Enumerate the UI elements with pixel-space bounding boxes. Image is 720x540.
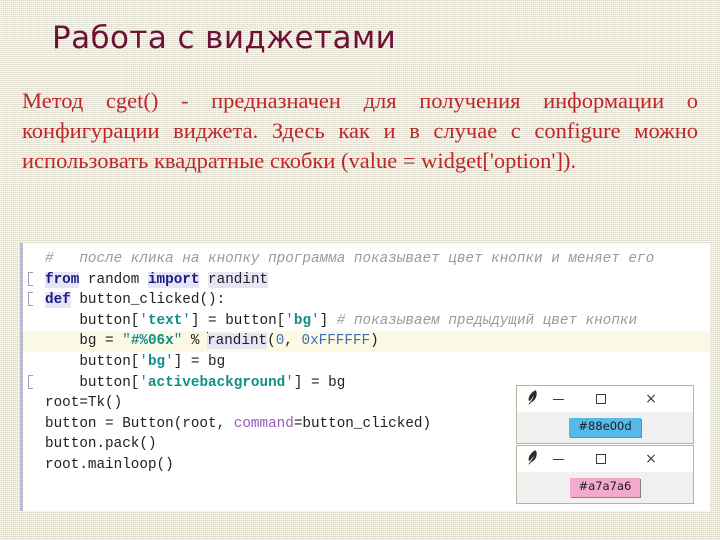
slide: Работа с виджетами Метод cget() - предна… bbox=[0, 0, 720, 540]
code-token-str: activebackground bbox=[147, 374, 286, 391]
code-token-comment: # показываем предыдущий цвет кнопки bbox=[336, 312, 638, 329]
tk-window-titlebar[interactable]: × bbox=[517, 386, 693, 412]
code-token-plain: ] = button[ bbox=[190, 312, 286, 329]
code-token-str: bg bbox=[147, 353, 166, 370]
code-token-strq: ' bbox=[285, 374, 294, 391]
page-title: Работа с виджетами bbox=[52, 20, 397, 56]
code-fold-marker-icon[interactable] bbox=[28, 292, 33, 307]
code-fold-marker-icon[interactable] bbox=[28, 271, 33, 286]
color-button[interactable]: #a7a7a6 bbox=[569, 478, 641, 497]
maximize-icon bbox=[596, 394, 606, 404]
feather-icon bbox=[525, 389, 541, 409]
code-token-str: bg bbox=[293, 312, 312, 329]
code-token-kw2: from bbox=[45, 271, 80, 288]
code-token-plain: root.mainloop() bbox=[45, 456, 174, 473]
code-fold-marker-icon[interactable] bbox=[28, 374, 33, 389]
maximize-button[interactable] bbox=[575, 454, 627, 464]
code-token-name-hl: randint bbox=[208, 271, 269, 288]
code-token-strq: " bbox=[122, 333, 131, 350]
code-line: button['text'] = button['bg'] # показыва… bbox=[23, 311, 710, 332]
code-token-plain: button = Button(root, bbox=[45, 415, 234, 432]
code-line: bg = "#%06x" % randint(0, 0xFFFFFF) bbox=[23, 331, 710, 352]
code-token-strq: ' bbox=[285, 312, 294, 329]
code-line: def button_clicked(): bbox=[23, 290, 710, 311]
code-token-kw2: import bbox=[147, 271, 200, 288]
minimize-icon bbox=[552, 398, 564, 400]
code-token-plain: % bbox=[182, 333, 209, 350]
code-token-num: 0xFFFFFF bbox=[301, 333, 371, 350]
maximize-button[interactable] bbox=[575, 394, 627, 404]
code-token-plain: ] bbox=[319, 312, 337, 329]
code-token-str: #%06x bbox=[130, 333, 174, 350]
code-token-plain: bg = bbox=[45, 333, 123, 350]
code-token-plain: =button_clicked) bbox=[293, 415, 432, 432]
code-token-plain: button[ bbox=[45, 312, 140, 329]
code-token-str: text bbox=[147, 312, 183, 329]
code-token-plain: button[ bbox=[45, 353, 140, 370]
code-token-plain: random bbox=[79, 271, 148, 288]
code-token-strq: ' bbox=[139, 374, 148, 391]
code-token-plain: ] = bg bbox=[293, 374, 346, 391]
code-token-plain: ] = bg bbox=[173, 353, 226, 370]
code-token-strq: ' bbox=[311, 312, 320, 329]
code-token-plain: button[ bbox=[45, 374, 140, 391]
code-token-strq: ' bbox=[139, 353, 148, 370]
feather-icon bbox=[525, 449, 541, 469]
minimize-button[interactable] bbox=[541, 398, 575, 400]
close-button[interactable]: × bbox=[627, 452, 675, 466]
code-line: # после клика на кнопку программа показы… bbox=[23, 249, 710, 270]
tk-window[interactable]: × #88e00d bbox=[516, 385, 694, 444]
body-paragraph: Метод cget() - предназначен для получени… bbox=[22, 88, 698, 173]
code-token-name-hl: randint bbox=[207, 333, 268, 350]
close-icon: × bbox=[645, 391, 657, 407]
tk-window[interactable]: × #a7a7a6 bbox=[516, 445, 694, 504]
color-button[interactable]: #88e00d bbox=[569, 418, 641, 437]
tk-window-body: #88e00d bbox=[517, 412, 693, 443]
code-token-plain: ( bbox=[267, 333, 276, 350]
tk-window-titlebar[interactable]: × bbox=[517, 446, 693, 472]
code-token-kw2: def bbox=[45, 292, 71, 309]
code-line: from random import randint bbox=[23, 270, 710, 291]
code-token-strq: ' bbox=[165, 353, 174, 370]
close-icon: × bbox=[645, 451, 657, 467]
code-token-param: command bbox=[233, 415, 294, 432]
minimize-icon bbox=[552, 458, 564, 460]
code-token-comment: # после клика на кнопку программа показы… bbox=[45, 251, 655, 267]
maximize-icon bbox=[596, 454, 606, 464]
code-line: button['bg'] = bg bbox=[23, 352, 710, 373]
code-token-plain: ) bbox=[370, 333, 379, 350]
close-button[interactable]: × bbox=[627, 392, 675, 406]
code-token-plain: root=Tk() bbox=[45, 395, 123, 412]
code-token-strq: ' bbox=[139, 312, 148, 329]
tk-window-body: #a7a7a6 bbox=[517, 472, 693, 503]
code-token-plain: button_clicked(): bbox=[70, 292, 226, 309]
minimize-button[interactable] bbox=[541, 458, 575, 460]
code-token-plain: button.pack() bbox=[45, 436, 157, 453]
code-token-plain: , bbox=[284, 333, 302, 350]
code-token-strq: ' bbox=[182, 312, 191, 329]
